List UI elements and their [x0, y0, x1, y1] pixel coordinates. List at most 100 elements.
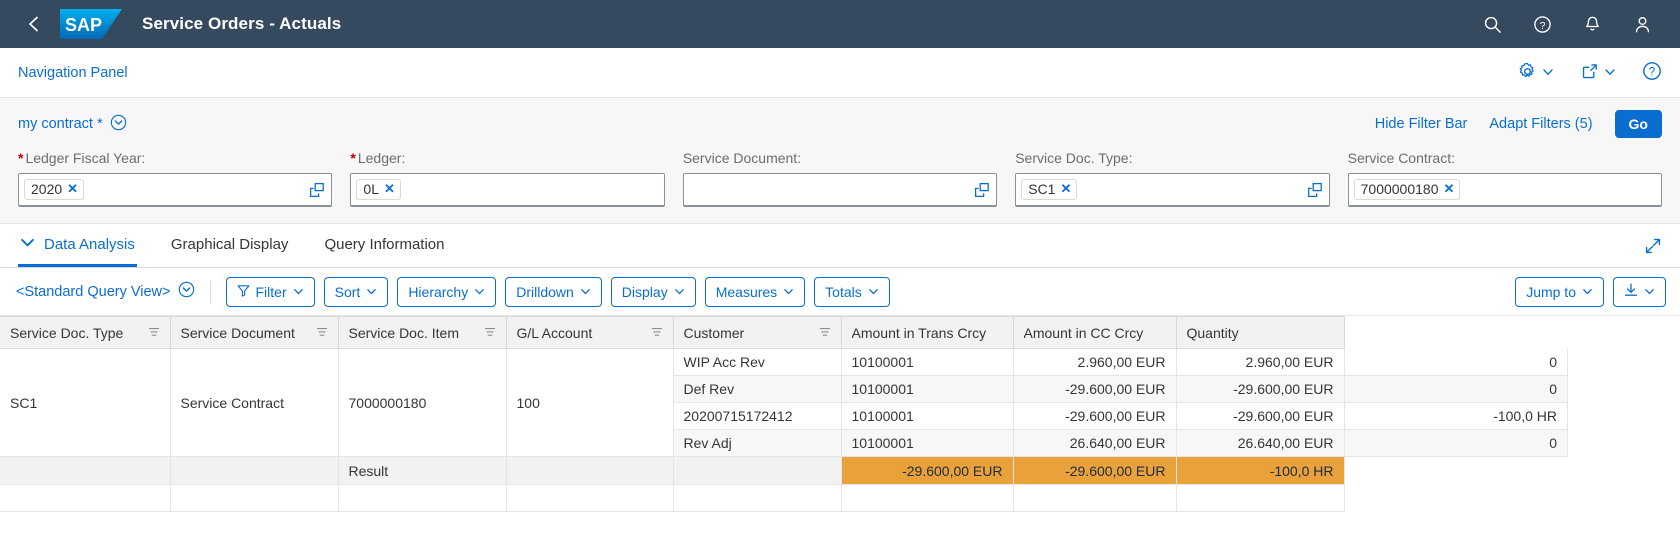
cell-gl-account: Rev Adj	[673, 429, 842, 457]
table-row[interactable]: SC1 Service Contract 7000000180 100 WIP …	[0, 348, 1568, 457]
column-header-amount-cc-crcy[interactable]: Amount in CC Crcy	[1013, 316, 1177, 349]
required-asterisk: *	[18, 150, 24, 166]
adapt-filters-link[interactable]: Adapt Filters (5)	[1489, 116, 1592, 132]
settings-gear-icon	[1518, 62, 1537, 84]
user-avatar-icon[interactable]	[1624, 6, 1660, 42]
token-text: 2020	[31, 181, 63, 197]
filter-bar: my contract * Hide Filter Bar Adapt Filt…	[0, 98, 1680, 224]
column-label: Customer	[683, 324, 745, 341]
filter-fields: * Ledger Fiscal Year: 2020 ✕ * Ledger: 0L	[18, 150, 1663, 223]
filter-label-text: Ledger Fiscal Year:	[25, 150, 146, 166]
cell-amount-cc: -29.600,00 EUR	[1176, 375, 1345, 403]
sort-indicator-icon[interactable]	[316, 325, 328, 341]
column-header-gl-account[interactable]: G/L Account	[506, 316, 674, 349]
ledger-input[interactable]: 0L ✕	[350, 173, 665, 207]
sap-logo: SAP	[60, 9, 122, 39]
svg-text:SAP: SAP	[65, 15, 102, 35]
cell-amount-trans: 26.640,00 EUR	[1013, 429, 1177, 457]
help-icon[interactable]: ?	[1524, 6, 1560, 42]
button-label: Drilldown	[516, 283, 574, 300]
column-header-service-doc-item[interactable]: Service Doc. Item	[338, 316, 507, 349]
sort-indicator-icon[interactable]	[819, 325, 831, 341]
filter-field-service-contract: Service Contract: 7000000180 ✕	[1347, 150, 1663, 207]
cell-customer: 10100001	[841, 402, 1014, 430]
column-label: G/L Account	[516, 324, 593, 341]
back-chevron-icon[interactable]	[16, 6, 52, 42]
column-header-service-document[interactable]: Service Document	[170, 316, 339, 349]
button-label: Display	[621, 283, 668, 300]
token-remove-icon[interactable]: ✕	[67, 181, 78, 197]
totals-button[interactable]: Totals	[814, 276, 890, 307]
query-view-selector[interactable]: <Standard Query View>	[14, 281, 195, 302]
service-doc-type-input[interactable]: SC1 ✕	[1015, 173, 1330, 207]
cell-amount-cc: -29.600,00 EUR	[1176, 402, 1345, 430]
tab-data-analysis[interactable]: Data Analysis	[18, 224, 137, 267]
tab-query-information[interactable]: Query Information	[322, 224, 446, 267]
chevron-down-icon	[1582, 284, 1593, 300]
service-document-input[interactable]	[682, 173, 998, 207]
fullscreen-expand-icon[interactable]	[1644, 224, 1662, 267]
chevron-down-icon	[783, 284, 794, 300]
display-button[interactable]: Display	[610, 276, 696, 307]
value-help-icon[interactable]	[974, 182, 992, 198]
token-remove-icon[interactable]: ✕	[1444, 181, 1455, 197]
token-remove-icon[interactable]: ✕	[384, 181, 395, 197]
sort-button[interactable]: Sort	[323, 276, 389, 307]
blank-cell	[506, 484, 674, 512]
value-help-icon[interactable]	[1307, 182, 1325, 198]
shell-icon-group: ?	[1474, 6, 1660, 42]
column-label: Amount in CC Crcy	[1023, 324, 1144, 341]
filter-label: * Ledger:	[350, 150, 664, 166]
filter-label-text: Ledger:	[357, 150, 406, 166]
filter-field-service-document: Service Document:	[682, 150, 998, 207]
cell-amount-trans: 2.960,00 EUR	[1013, 348, 1177, 376]
navigation-panel-link[interactable]: Navigation Panel	[18, 65, 128, 81]
query-view-label: <Standard Query View>	[16, 283, 171, 300]
drilldown-button[interactable]: Drilldown	[505, 276, 602, 307]
cell-result-customer	[673, 456, 842, 485]
column-header-amount-trans-crcy[interactable]: Amount in Trans Crcy	[841, 316, 1014, 349]
download-button[interactable]	[1613, 276, 1666, 307]
chevron-down-icon	[868, 284, 879, 300]
share-button[interactable]	[1580, 62, 1616, 84]
button-label: Jump to	[1526, 283, 1576, 300]
value-help-icon[interactable]	[309, 182, 327, 198]
table-result-row[interactable]: Result -29.600,00 EUR -29.600,00 EUR -10…	[0, 456, 1568, 485]
column-header-customer[interactable]: Customer	[672, 316, 842, 349]
cell-quantity: -100,0 HR	[1344, 402, 1568, 430]
tab-graphical-display[interactable]: Graphical Display	[169, 224, 291, 267]
variant-selector[interactable]: my contract *	[18, 114, 127, 135]
blank-cell	[673, 484, 842, 512]
token-text: SC1	[1028, 181, 1056, 197]
button-label: Sort	[334, 283, 361, 300]
filter-token[interactable]: 0L ✕	[356, 179, 401, 200]
token-remove-icon[interactable]: ✕	[1060, 181, 1071, 197]
chevron-down-circle-icon	[110, 114, 127, 135]
jump-to-button[interactable]: Jump to	[1515, 276, 1604, 307]
sort-indicator-icon[interactable]	[484, 325, 496, 341]
sort-indicator-icon[interactable]	[651, 325, 663, 341]
filter-token[interactable]: 7000000180 ✕	[1353, 179, 1461, 200]
cell-gl-account: 20200715172412	[673, 402, 842, 430]
help-circle-button[interactable]: ?	[1642, 61, 1662, 84]
cell-customer: 10100001	[841, 348, 1014, 376]
filter-token[interactable]: 2020 ✕	[24, 179, 85, 200]
settings-gear-button[interactable]	[1518, 62, 1554, 84]
filter-token[interactable]: SC1 ✕	[1021, 179, 1078, 200]
notifications-bell-icon[interactable]	[1574, 6, 1610, 42]
filter-button[interactable]: Filter	[225, 276, 315, 307]
service-contract-input[interactable]: 7000000180 ✕	[1347, 173, 1663, 207]
column-label: Service Doc. Type	[10, 324, 124, 341]
measures-button[interactable]: Measures	[704, 276, 806, 307]
hide-filter-bar-link[interactable]: Hide Filter Bar	[1375, 116, 1468, 132]
button-label: Filter	[255, 283, 287, 300]
chevron-down-circle-icon	[178, 281, 195, 302]
sort-indicator-icon[interactable]	[148, 325, 160, 341]
search-icon[interactable]	[1474, 6, 1510, 42]
go-button[interactable]: Go	[1614, 109, 1662, 139]
sub-header: Navigation Panel ?	[0, 48, 1680, 98]
column-header-quantity[interactable]: Quantity	[1176, 316, 1345, 349]
hierarchy-button[interactable]: Hierarchy	[397, 276, 497, 307]
ledger-fiscal-year-input[interactable]: 2020 ✕	[18, 173, 333, 207]
column-header-service-doc-type[interactable]: Service Doc. Type	[0, 316, 171, 349]
